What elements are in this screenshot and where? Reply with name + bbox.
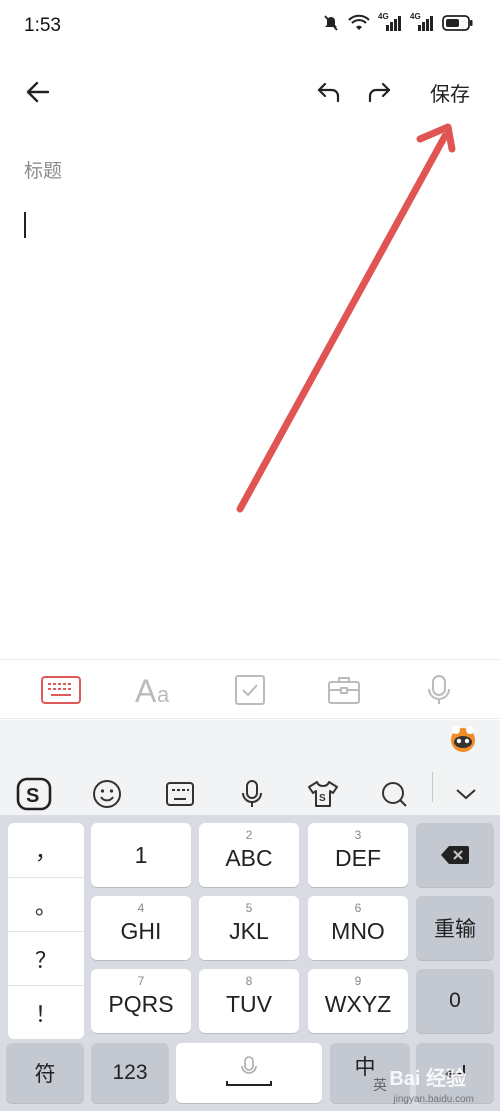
svg-text:A: A <box>135 673 157 707</box>
key-0[interactable]: 0 <box>416 969 494 1033</box>
key-label: JKL <box>229 917 269 944</box>
toolbox-button[interactable] <box>322 670 366 710</box>
key-number: 5 <box>245 901 253 915</box>
microphone-icon <box>428 675 450 704</box>
backspace-icon <box>441 846 469 864</box>
punctuation-key[interactable]: ！ <box>8 985 84 1039</box>
key-label: GHI <box>120 917 162 944</box>
space-microphone-icon <box>226 1056 272 1086</box>
wifi-icon <box>348 14 370 32</box>
backspace-button[interactable] <box>416 823 494 887</box>
key-8-tuv[interactable]: 8 TUV <box>199 969 299 1033</box>
punctuation-list: ， 。 ？ ！ <box>8 823 84 1039</box>
note-header: 保存 <box>0 62 500 122</box>
svg-text:S: S <box>26 785 39 807</box>
checklist-button[interactable] <box>228 670 272 710</box>
text-format-button[interactable]: Aa <box>134 670 178 710</box>
key-label: 0 <box>449 989 461 1012</box>
ime-divider <box>432 772 433 802</box>
space-button[interactable] <box>176 1043 322 1103</box>
key-label: 重输 <box>434 918 476 941</box>
emoji-button[interactable] <box>89 776 125 812</box>
key-number: 7 <box>137 974 145 988</box>
ime-search-button[interactable] <box>376 776 412 812</box>
key-number: 8 <box>245 974 253 988</box>
back-arrow-icon <box>26 81 50 103</box>
title-input[interactable]: 标题 <box>24 156 62 183</box>
text-format-icon: Aa <box>135 673 170 707</box>
punctuation-key[interactable]: ， <box>8 823 84 877</box>
key-label: TUV <box>226 990 272 1017</box>
mascot-icon[interactable] <box>448 724 478 754</box>
key-label: DEF <box>335 844 381 871</box>
ime-toolbar: S S <box>0 720 500 815</box>
numbers-button[interactable]: 123 <box>91 1043 169 1103</box>
key-number: 4 <box>137 901 145 915</box>
key-number: 9 <box>354 974 362 988</box>
status-bar: 1:53 4G 4G <box>0 0 500 54</box>
keyboard-layout-button[interactable] <box>162 776 198 812</box>
key-label: 1 <box>134 841 148 868</box>
key-7-pqrs[interactable]: 7 PQRS <box>91 969 191 1033</box>
sogou-logo-icon: S <box>16 777 52 811</box>
skin-button[interactable]: S <box>305 776 341 812</box>
key-5-jkl[interactable]: 5 JKL <box>199 896 299 960</box>
watermark: Bai 经验 <box>389 1068 466 1090</box>
editor-toolbar: Aa <box>0 659 500 719</box>
svg-text:S: S <box>319 793 326 804</box>
sogou-logo-button[interactable]: S <box>16 776 52 812</box>
keyboard-icon <box>41 676 81 704</box>
punctuation-key[interactable]: 。 <box>8 877 84 931</box>
keyboard-layout-icon <box>166 782 194 806</box>
search-icon <box>382 782 407 807</box>
key-number: 6 <box>354 901 362 915</box>
key-label: WXYZ <box>324 990 392 1017</box>
status-time: 1:53 <box>24 15 61 36</box>
key-sublabel: 英 <box>373 1077 387 1093</box>
briefcase-icon <box>328 677 360 704</box>
watermark-url: jingyan.baidu.com <box>393 1094 474 1105</box>
collapse-keyboard-button[interactable] <box>448 776 484 812</box>
ime-voice-button[interactable] <box>234 776 270 812</box>
undo-button[interactable] <box>314 77 344 107</box>
symbols-button[interactable]: 符 <box>6 1043 84 1103</box>
key-6-mno[interactable]: 6 MNO <box>308 896 408 960</box>
battery-icon <box>442 14 474 32</box>
cellular-signal-icon-2: 4G <box>410 12 434 32</box>
back-button[interactable] <box>22 76 54 108</box>
punctuation-key[interactable]: ？ <box>8 931 84 985</box>
ime-microphone-icon <box>242 780 262 807</box>
key-9-wxyz[interactable]: 9 WXYZ <box>308 969 408 1033</box>
key-label: PQRS <box>108 990 174 1017</box>
key-number: 2 <box>245 828 253 842</box>
note-body-input[interactable] <box>0 200 500 650</box>
key-label: 123 <box>112 1061 148 1084</box>
svg-text:a: a <box>157 682 170 707</box>
voice-input-button[interactable] <box>417 670 461 710</box>
key-label: MNO <box>331 917 385 944</box>
key-3-def[interactable]: 3 DEF <box>308 823 408 887</box>
redo-icon <box>368 82 391 103</box>
key-4-ghi[interactable]: 4 GHI <box>91 896 191 960</box>
status-icons: 4G 4G <box>322 12 474 32</box>
key-label: ABC <box>225 844 273 871</box>
cellular-signal-icon: 4G <box>378 12 402 32</box>
key-2-abc[interactable]: 2 ABC <box>199 823 299 887</box>
undo-icon <box>317 82 340 103</box>
checkbox-icon <box>235 675 265 705</box>
key-label: 符 <box>34 1063 56 1086</box>
chevron-down-icon <box>456 789 476 800</box>
tshirt-icon: S <box>308 781 338 807</box>
key-number: 3 <box>354 828 362 842</box>
reenter-button[interactable]: 重输 <box>416 896 494 960</box>
keyboard-toggle-button[interactable] <box>39 670 83 710</box>
redo-button[interactable] <box>364 77 394 107</box>
save-button[interactable]: 保存 <box>430 78 470 107</box>
mute-icon <box>322 14 340 32</box>
key-1[interactable]: 1 <box>91 823 191 887</box>
emoji-icon <box>93 780 121 808</box>
